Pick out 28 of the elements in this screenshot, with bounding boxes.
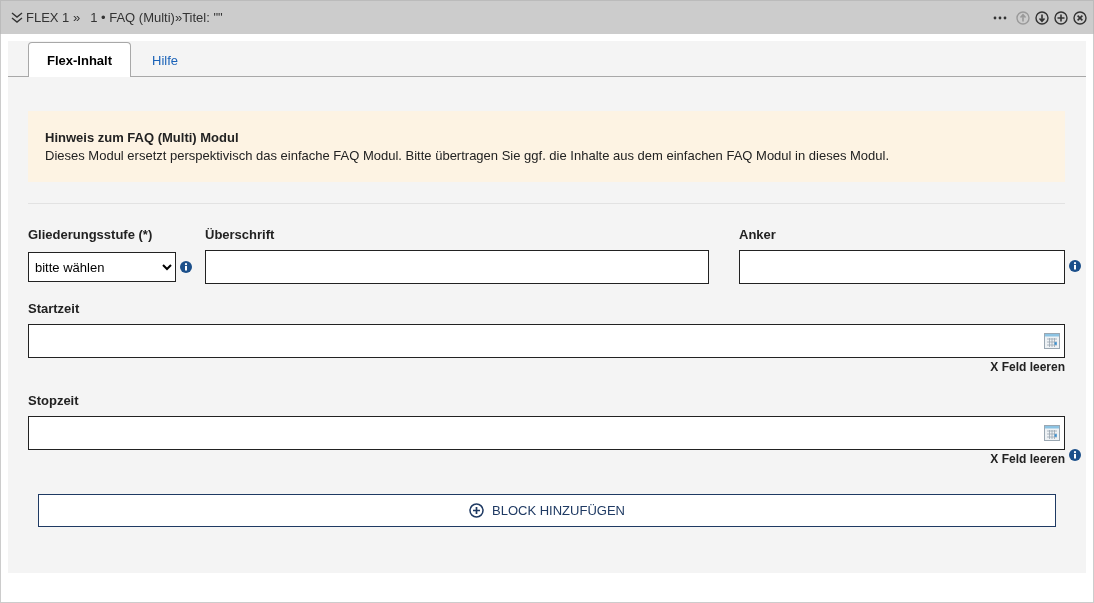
date-field[interactable] xyxy=(28,324,1065,358)
text-field[interactable] xyxy=(739,250,1065,284)
tab[interactable]: Hilfe xyxy=(133,43,198,77)
info-icon[interactable] xyxy=(180,261,192,273)
arrow-down-icon[interactable] xyxy=(1035,10,1049,25)
clear-field-link[interactable]: X Feld leeren xyxy=(990,452,1065,466)
notice-text: Dieses Modul ersetzt perspektivisch das einfache FAQ Modul. Bitte übertragen Sie ggf. die Inhalte aus dem einfachen FAQ Modul in dieses Modul. xyxy=(45,148,889,163)
field-label: Überschrift xyxy=(205,227,276,243)
level-select[interactable]: bitte wählen xyxy=(28,252,176,282)
text-field[interactable] xyxy=(205,250,709,284)
info-icon[interactable] xyxy=(1069,449,1081,461)
field-label: Gliederungsstufe (*) xyxy=(28,227,154,243)
notice-title: Hinweis zum FAQ (Multi) Modul xyxy=(45,129,240,147)
more-icon[interactable] xyxy=(993,15,1007,20)
date-field[interactable] xyxy=(28,416,1065,450)
collapse-icon[interactable] xyxy=(11,12,23,23)
add-block-button[interactable]: BLOCK HINZUFÜGEN xyxy=(38,494,1056,527)
clear-field-link[interactable]: X Feld leeren xyxy=(990,360,1065,374)
breadcrumb-item[interactable]: FLEX 1 » xyxy=(26,10,81,25)
field-label: Startzeit xyxy=(28,301,81,317)
close-icon[interactable] xyxy=(1073,10,1087,25)
field-label: Anker xyxy=(739,227,777,243)
module-title: 1 • FAQ (Multi)»Titel: "" xyxy=(90,10,223,25)
add-icon xyxy=(469,503,485,518)
add-icon[interactable] xyxy=(1054,10,1068,25)
info-icon[interactable] xyxy=(1069,260,1081,272)
field-label: Stopzeit xyxy=(28,393,80,409)
tab[interactable]: Flex-Inhalt xyxy=(28,42,131,77)
